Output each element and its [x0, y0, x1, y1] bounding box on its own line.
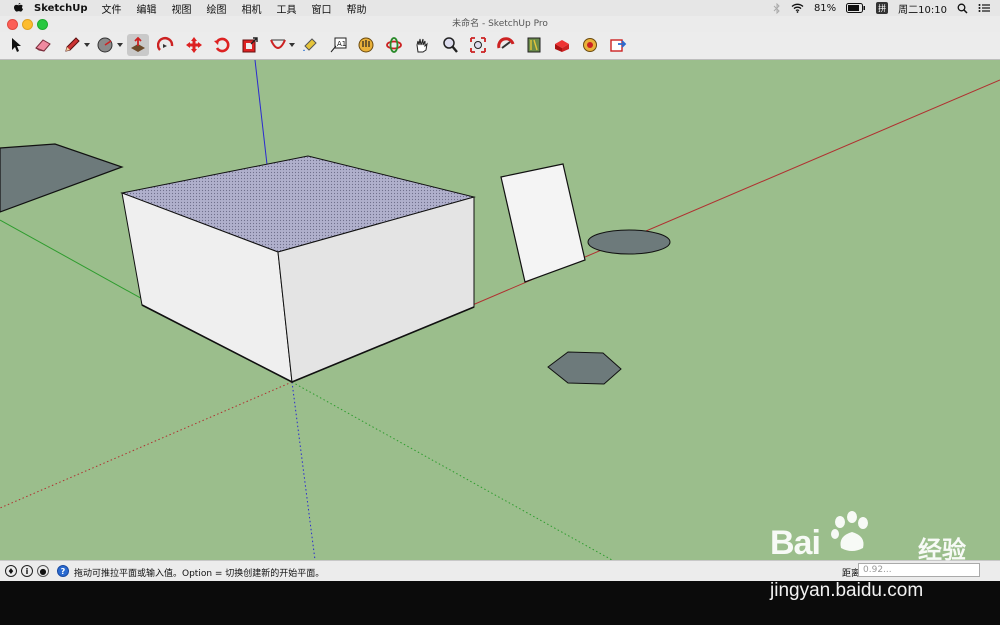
- input-method-icon[interactable]: 拼: [876, 2, 889, 14]
- clock[interactable]: 周二10:10: [898, 1, 947, 16]
- ellipse-face[interactable]: [587, 229, 671, 255]
- text-label-icon: A1: [330, 37, 347, 53]
- hexagon-face[interactable]: [547, 351, 622, 385]
- circle-tool-button[interactable]: [94, 34, 116, 56]
- scale-tool-button[interactable]: [239, 34, 261, 56]
- pencil-line-tool-button[interactable]: [61, 34, 83, 56]
- spotlight-search-icon[interactable]: [957, 3, 968, 14]
- zoom-tool-button[interactable]: [439, 34, 461, 56]
- layout-tool-button[interactable]: [523, 34, 545, 56]
- arc-icon: [270, 39, 286, 49]
- pan-hand-icon: [416, 38, 428, 53]
- interact-hand-icon: [358, 37, 374, 53]
- circle-dropdown-caret[interactable]: [117, 43, 123, 47]
- minimize-window-button[interactable]: [22, 19, 33, 30]
- gear-ruby-icon: [583, 38, 597, 52]
- send-to-layout-tool-button[interactable]: [607, 34, 629, 56]
- menu-view[interactable]: 视图: [171, 1, 191, 16]
- rotate-icon: [214, 37, 230, 53]
- zoom-extents-tool-button[interactable]: [467, 34, 489, 56]
- scene-svg: [0, 60, 1000, 560]
- map-book-icon: [527, 37, 541, 53]
- menu-tools[interactable]: 工具: [276, 1, 296, 16]
- extension-box-icon: [555, 40, 569, 52]
- arc-dropdown-caret[interactable]: [289, 43, 295, 47]
- magnifier-icon: [443, 37, 458, 53]
- menu-file[interactable]: 文件: [101, 1, 121, 16]
- orbit-icon: [386, 37, 402, 53]
- arc-tool-button[interactable]: [267, 34, 289, 56]
- zoom-extents-icon: [470, 37, 486, 53]
- pencil-dropdown-caret[interactable]: [84, 43, 90, 47]
- arrow-cursor-icon: [12, 38, 21, 52]
- extension-warehouse-tool-button[interactable]: [551, 34, 573, 56]
- help-icon[interactable]: ?: [57, 565, 69, 577]
- apple-menu-icon[interactable]: [12, 2, 24, 14]
- orbit-tool-button[interactable]: [383, 34, 405, 56]
- 3d-warehouse-tool-button[interactable]: [495, 34, 517, 56]
- close-window-button[interactable]: [7, 19, 18, 30]
- warehouse-icon: [497, 37, 515, 49]
- push-pull-tool-button[interactable]: [127, 34, 149, 56]
- partial-plane-left[interactable]: [0, 143, 124, 213]
- interact-tool-button[interactable]: [355, 34, 377, 56]
- modeling-viewport[interactable]: [0, 60, 1000, 560]
- push-pull-icon: [131, 36, 145, 52]
- battery-percent: 81%: [813, 2, 837, 14]
- paint-bucket-tool-button[interactable]: [299, 34, 321, 56]
- user-account-icon[interactable]: ●: [37, 565, 49, 577]
- notification-center-icon[interactable]: [978, 3, 990, 13]
- pencil-icon: [65, 37, 80, 52]
- window-title: 未命名 - SketchUp Pro: [452, 19, 548, 29]
- extension-manager-tool-button[interactable]: [579, 34, 601, 56]
- circle-shape-icon: [97, 37, 113, 53]
- menu-draw[interactable]: 绘图: [206, 1, 226, 16]
- battery-icon[interactable]: [846, 3, 866, 13]
- main-toolbar: A1: [0, 32, 1000, 60]
- rotate-tool-button[interactable]: [211, 34, 233, 56]
- paw-print-logo-icon: [831, 511, 868, 551]
- select-tool-button[interactable]: [5, 34, 27, 56]
- move-arrows-icon: [186, 37, 202, 53]
- follow-me-tool-button[interactable]: [155, 34, 177, 56]
- follow-me-icon: [157, 37, 174, 51]
- geo-location-icon[interactable]: ♦: [5, 565, 17, 577]
- paint-bucket-icon: [303, 38, 317, 51]
- red-axis-negative: [0, 381, 293, 509]
- blue-axis-negative: [291, 381, 316, 560]
- zoom-window-button[interactable]: [37, 19, 48, 30]
- eraser-tool-button[interactable]: [32, 34, 54, 56]
- window-titlebar: 未命名 - SketchUp Pro: [0, 16, 1000, 32]
- credits-icon[interactable]: i: [21, 565, 33, 577]
- eraser-icon: [35, 39, 51, 52]
- pan-tool-button[interactable]: [411, 34, 433, 56]
- menubar: SketchUp 文件 编辑 视图 绘图 相机 工具 窗口 帮助 81% 拼 周…: [0, 0, 1000, 17]
- watermark-url: jingyan.baidu.com: [770, 580, 924, 601]
- watermark-brand: Bai: [770, 524, 821, 562]
- menu-edit[interactable]: 编辑: [136, 1, 156, 16]
- svg-text:A1: A1: [337, 40, 346, 48]
- move-tool-button[interactable]: [183, 34, 205, 56]
- scale-icon: [242, 37, 258, 53]
- menu-help[interactable]: 帮助: [346, 1, 366, 16]
- status-hint-text: 拖动可推拉平面或输入值。Option = 切换创建新的开始平面。: [74, 569, 325, 579]
- input-method-label: 拼: [878, 3, 887, 13]
- watermark-brand-suffix: 经验: [918, 536, 966, 564]
- menu-window[interactable]: 窗口: [311, 1, 331, 16]
- text-tool-button[interactable]: A1: [327, 34, 349, 56]
- baidu-watermark: Bai 经验 jingyan.baidu.com: [760, 510, 1000, 610]
- wifi-icon[interactable]: [791, 3, 804, 13]
- tilted-panel[interactable]: [500, 163, 586, 283]
- menu-camera[interactable]: 相机: [241, 1, 261, 16]
- app-menu[interactable]: SketchUp: [34, 3, 87, 14]
- send-layout-icon: [610, 39, 627, 52]
- green-axis-negative: [291, 381, 613, 560]
- bluetooth-icon[interactable]: [773, 2, 781, 14]
